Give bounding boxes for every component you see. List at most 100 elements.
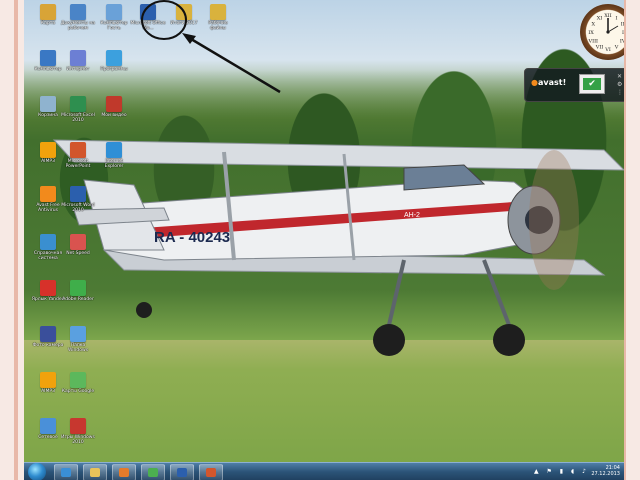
tray-clock[interactable]: 21:04 27.12.2013 [591, 465, 620, 477]
desktop-icon-label: Игры Windows 2010 [61, 435, 95, 445]
desktop-icon[interactable]: Программы [96, 50, 132, 72]
ie-icon [106, 142, 122, 158]
reader-icon [70, 280, 86, 296]
taskbar-button[interactable] [141, 464, 165, 480]
documents-icon [70, 4, 86, 20]
plane-model: АН-2 [404, 212, 420, 219]
taskbar-button[interactable] [199, 464, 223, 480]
desktop-icon[interactable]: Мои видео [96, 96, 132, 118]
desktop-icon[interactable]: Итоги 2017 [166, 4, 202, 26]
media-player-icon [119, 468, 129, 477]
folder-icon [210, 4, 226, 20]
desktop-icon[interactable]: Internet Explorer [96, 142, 132, 169]
word-doc-icon [177, 468, 187, 477]
computer-icon [106, 4, 122, 20]
desktop-icon[interactable]: Папка Windows [60, 326, 96, 353]
slide-frame: RA - 40243 АН-2 Карта Документы на рабоче… [0, 0, 640, 480]
clock-numeral: II [621, 22, 624, 28]
clock-numeral: V [614, 45, 619, 51]
netspeed-icon [70, 234, 86, 250]
desktop-icon-label: Папка Windows [67, 343, 89, 353]
desktop-icon[interactable]: Рабочие файлы [200, 4, 236, 31]
clock-numeral: III [622, 30, 624, 36]
folder-icon [40, 4, 56, 20]
desktop-icon[interactable]: Игры Windows 2010 [60, 418, 96, 445]
desktop-icon-label: Рабочие файлы [208, 21, 228, 31]
recycle-bin-icon [40, 96, 56, 112]
desktop-icon-label: Итоги 2017 [170, 21, 198, 26]
desktop-icon-label: Мои видео [101, 113, 127, 118]
chrome-icon [148, 468, 158, 477]
clock-minute-hand [607, 25, 619, 33]
checkmark-icon: ✔ [583, 78, 601, 90]
desktop-icon-label: Microsoft PowerPoint [65, 159, 91, 169]
desktop-icon[interactable]: Microsoft PowerPoint [60, 142, 96, 169]
avast-gadget[interactable]: ●avast! ✔ ✕ ⚙ ⋮ [524, 68, 624, 102]
avast-status-monitor: ✔ [579, 74, 605, 94]
desktop-icon-label: Карты Google [61, 389, 95, 394]
ie-icon [61, 468, 71, 477]
system-tray-icons[interactable]: ▲ ⚑ ▮ ◖ ♪ [534, 468, 589, 475]
word-icon [140, 4, 156, 20]
desktop-icon[interactable]: Microsoft Excel 2010 [60, 96, 96, 123]
computer-icon [40, 50, 56, 66]
programs-icon [106, 50, 122, 66]
clock-numeral: VI [604, 47, 611, 53]
desktop-icon-label: Net Speed [66, 251, 90, 256]
explorer-folder-icon [90, 468, 100, 477]
desktop-icon-label: Internet Explorer [104, 159, 124, 169]
camera-icon [40, 326, 56, 342]
taskbar: ▲ ⚑ ▮ ◖ ♪ 21:04 27.12.2013 [24, 462, 624, 480]
clock-numeral: IV [620, 39, 624, 45]
start-button[interactable] [28, 463, 46, 480]
desktop-icon-label: Компьютер Гость [100, 21, 128, 31]
tray-date: 27.12.2013 [591, 471, 620, 477]
powerpoint-icon [70, 142, 86, 158]
left-border-stripe [14, 0, 18, 480]
desktop-icon-label: Программы [100, 67, 128, 72]
desktop-icon-label: Microsoft Excel 2010 [61, 113, 95, 123]
taskbar-button[interactable] [170, 464, 194, 480]
games-icon [70, 418, 86, 434]
yandex-icon [40, 280, 56, 296]
excel-icon [70, 96, 86, 112]
desktop-icon-label: Microsoft Office Wo... [130, 21, 166, 31]
desktop-icon[interactable]: Компьютер Гость [96, 4, 132, 31]
clock-numeral: XI [597, 15, 603, 21]
desktop-icon[interactable]: Документы на рабочем [60, 4, 96, 31]
desktop-icon[interactable]: Adobe Reader [60, 280, 96, 302]
desktop-icon[interactable]: Microsoft Office Wo... [130, 4, 166, 31]
desktop-icon-label: Интернет [66, 67, 90, 72]
desktop-icon-label: Microsoft Word 2010 [61, 203, 95, 213]
network-icon [40, 418, 56, 434]
video-icon [106, 96, 122, 112]
clock-numeral: I [616, 15, 618, 21]
desktop-icon[interactable]: Карты Google [60, 372, 96, 394]
clock-face: XIIIIIIIIIVVVIVIIVIIIIXXXI [588, 13, 624, 53]
desktop-icon[interactable]: Microsoft Word 2010 [60, 186, 96, 213]
plane-registration: RA - 40243 [154, 229, 230, 246]
clock-numeral: X [591, 22, 595, 28]
folder-icon [176, 4, 192, 20]
aimp-icon [40, 142, 56, 158]
desktop-icon-label: Документы на рабочем [60, 21, 96, 31]
desktop-screen: RA - 40243 АН-2 Карта Документы на рабоче… [24, 0, 624, 480]
avast-logo: ●avast! [531, 78, 567, 87]
avast-icon [40, 186, 56, 202]
taskbar-button[interactable] [83, 464, 107, 480]
taskbar-button[interactable] [54, 464, 78, 480]
clock-numeral: VII [595, 45, 604, 51]
gadget-controls[interactable]: ✕ ⚙ ⋮ [617, 73, 623, 97]
desktop-icon[interactable]: Интернет [60, 50, 96, 72]
desktop-icon-label: Adobe Reader [62, 297, 94, 302]
word-icon [70, 186, 86, 202]
taskbar-button[interactable] [112, 464, 136, 480]
maps-icon [70, 372, 86, 388]
network-folder-icon [70, 326, 86, 342]
desktop-icon[interactable]: Net Speed [60, 234, 96, 256]
clock-numeral: IX [588, 30, 594, 36]
network-icon [70, 50, 86, 66]
aimp-icon [40, 372, 56, 388]
clock-gadget[interactable]: XIIIIIIIIIVVVIVIIVIIIIXXXI [580, 4, 624, 60]
clock-numeral: VIII [588, 39, 599, 45]
